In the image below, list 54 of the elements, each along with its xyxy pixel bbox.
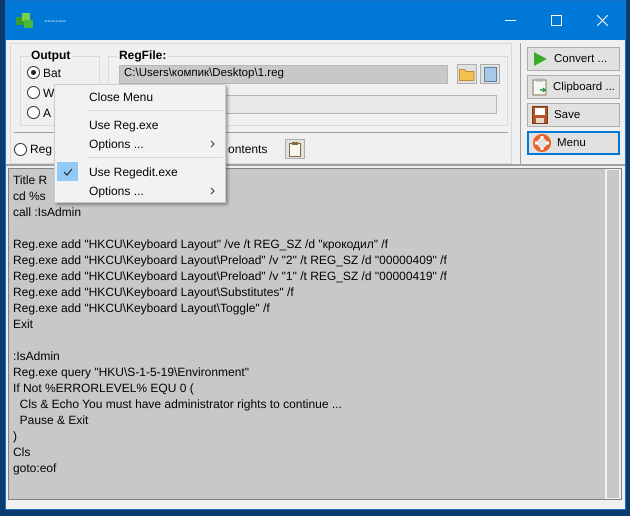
menu-item[interactable]: Use Reg.exe (55, 115, 225, 134)
code-line: Reg.exe query "HKU\S-1-5-19\Environment" (13, 364, 249, 380)
code-line: cd %s (13, 188, 46, 204)
toolbar-button[interactable]: Save (527, 103, 620, 127)
play-icon (532, 51, 548, 67)
group-label: Output (29, 48, 72, 62)
clipboard-icon (532, 78, 547, 96)
radio-label: A (43, 106, 52, 120)
code-line: Cls (13, 444, 30, 460)
radio-label: Bat (43, 66, 62, 80)
code-line: call :IsAdmin (13, 204, 82, 220)
clipboard-button[interactable] (285, 139, 306, 159)
code-line: Title R (13, 172, 48, 188)
option-label: ontents (228, 142, 268, 156)
toolbar-button[interactable]: Convert ... (527, 47, 620, 71)
radio-button[interactable] (27, 86, 40, 99)
folder-icon (459, 68, 475, 80)
menu-item[interactable]: Close Menu (55, 87, 225, 106)
window-title: ------ (44, 14, 67, 26)
code-line: goto:eof (13, 460, 56, 476)
floppy-icon (532, 106, 548, 124)
code-line: Reg.exe add "HKCU\Keyboard Layout\Preload" /v "2" /t REG_SZ /d "00000409" /f (13, 252, 447, 268)
checkmark-icon (62, 168, 72, 176)
notepad-button[interactable] (480, 64, 500, 84)
code-line: ) (13, 428, 17, 444)
close-icon[interactable] (596, 15, 608, 26)
code-line: Exit (13, 316, 34, 332)
lifebuoy-icon (533, 134, 551, 152)
code-line: If Not %ERRORLEVEL% EQU 0 ( (13, 380, 194, 396)
menu-item[interactable]: Options ... (55, 181, 225, 200)
clipboard-icon (289, 142, 302, 156)
toolbar-button[interactable]: Menu (527, 131, 620, 155)
code-line: Cls & Echo You must have administrator rights to continue ... (18, 396, 342, 412)
code-line: Reg.exe add "HKCU\Keyboard Layout\Toggle" /f (13, 300, 270, 316)
radio-label: W (43, 86, 54, 100)
code-line: Pause & Exit (18, 412, 88, 428)
code-line: Reg.exe add "HKCU\Keyboard Layout\Substitutes" /f (13, 284, 294, 300)
menu-item[interactable]: Use Regedit.exe (55, 162, 225, 181)
radio-button[interactable] (27, 66, 40, 79)
scrollbar[interactable] (605, 169, 621, 499)
menu-item[interactable]: Options ... (55, 134, 225, 153)
radio-button[interactable] (27, 106, 40, 119)
toolbar-button[interactable]: Clipboard ... (527, 75, 620, 99)
app-icon (16, 12, 34, 28)
group-label: RegFile: (117, 48, 168, 62)
code-line: :IsAdmin (13, 348, 60, 364)
radio-label: Reg (30, 142, 52, 156)
code-line: Reg.exe add "HKCU\Keyboard Layout" /ve /t REG_SZ /d "крокодил" /f (13, 236, 388, 252)
script-editor[interactable] (9, 169, 605, 499)
minimize-icon[interactable] (504, 20, 516, 21)
maximize-icon[interactable] (550, 15, 562, 26)
radio-button[interactable] (14, 142, 27, 156)
code-line: Reg.exe add "HKCU\Keyboard Layout\Preload" /v "1" /t REG_SZ /d "00000419" /f (13, 268, 447, 284)
path-field[interactable]: C:\Users\компик\Desktop\1.reg (119, 64, 448, 84)
